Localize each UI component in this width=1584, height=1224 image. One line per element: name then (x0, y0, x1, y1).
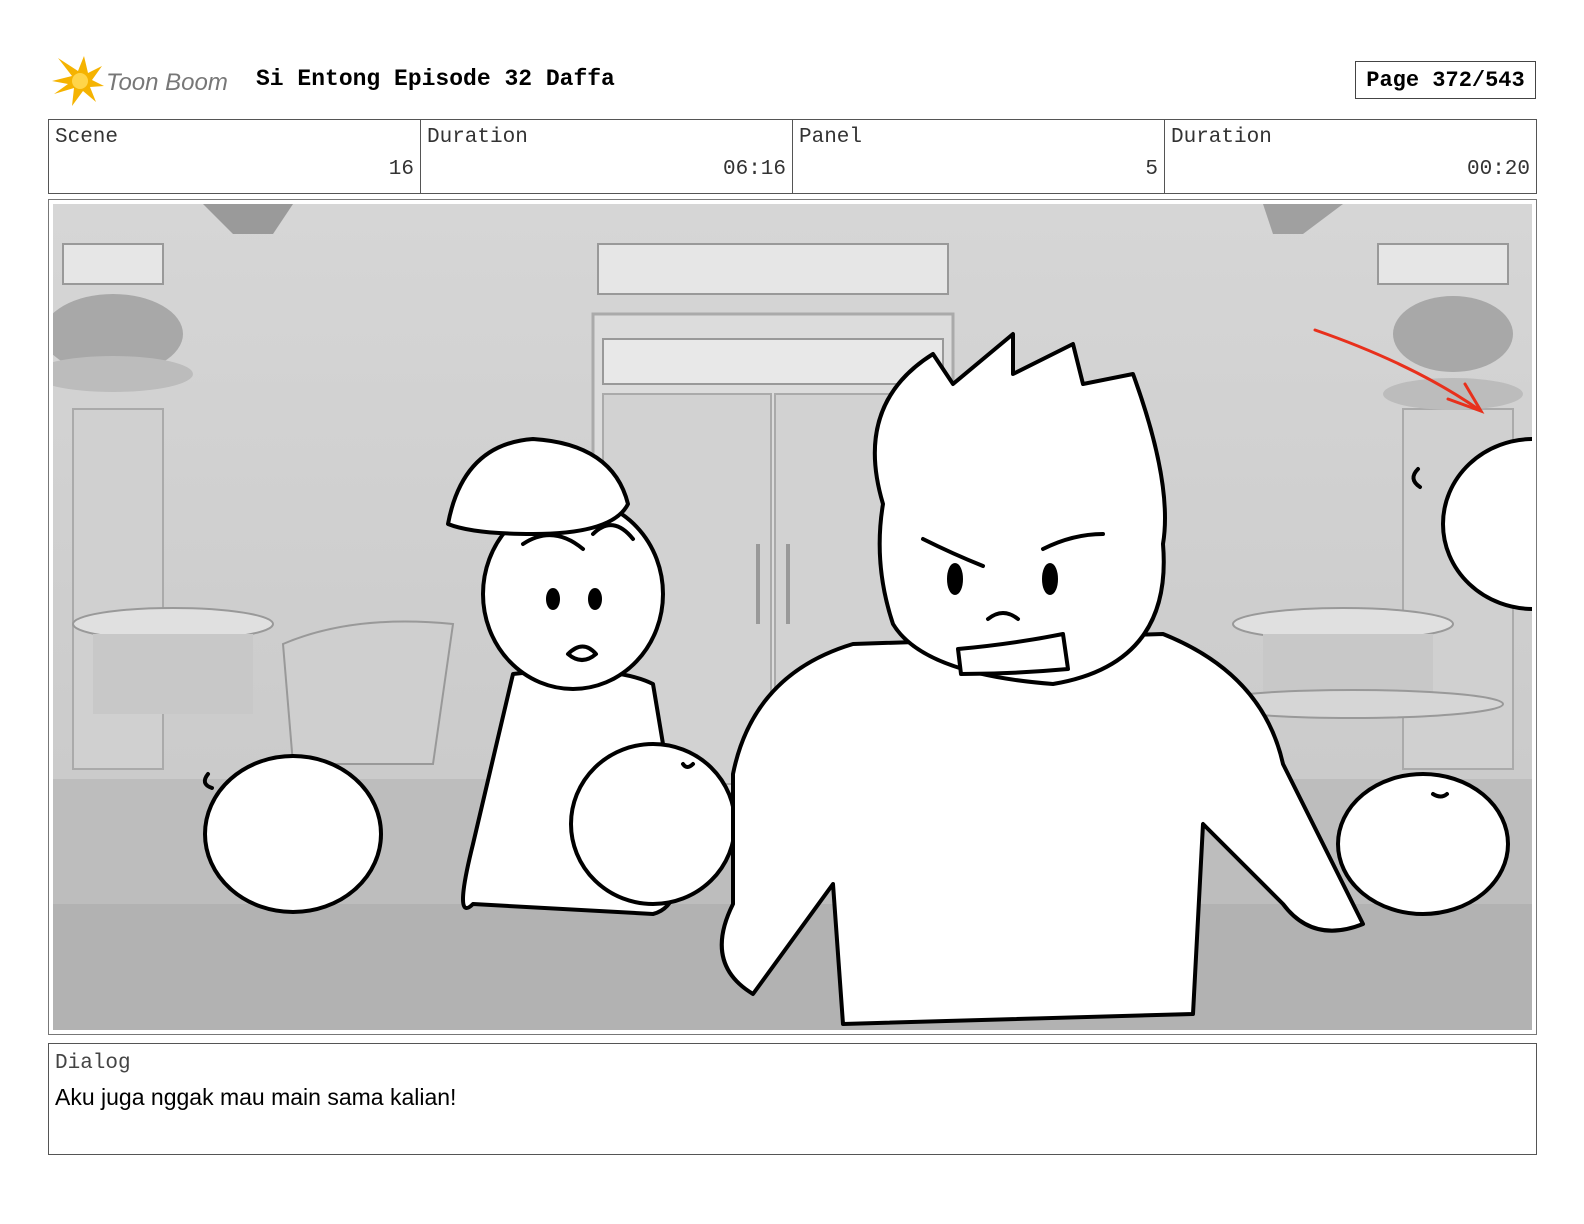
storyboard-panel (48, 199, 1537, 1035)
panel-value: 5 (1145, 158, 1158, 181)
panel-duration-value: 00:20 (1466, 158, 1530, 181)
panel-drawing (53, 204, 1532, 1030)
scene-duration-value: 06:16 (722, 158, 786, 181)
scene-duration-cell: Duration 06:16 (421, 120, 793, 193)
scene-duration-label: Duration (427, 126, 528, 149)
dialog-label: Dialog (55, 1052, 131, 1075)
page-number: Page 372/543 (1355, 61, 1536, 99)
round-character-right (1336, 772, 1510, 916)
panel-info-table: Scene 16 Duration 06:16 Panel 5 Duration… (48, 119, 1537, 194)
scene-value: 16 (388, 158, 414, 181)
panel-duration-cell: Duration 00:20 (1165, 120, 1536, 193)
scene-label: Scene (55, 126, 119, 149)
dialog-text: Aku juga nggak mau main sama kalian! (55, 1084, 457, 1110)
round-character-center (569, 742, 737, 906)
panel-cell: Panel 5 (793, 120, 1165, 193)
panel-label: Panel (799, 126, 863, 149)
dialog-section: Dialog Aku juga nggak mau main sama kali… (48, 1043, 1537, 1155)
round-character-left (203, 754, 383, 914)
scene-cell: Scene 16 (49, 120, 421, 193)
toon-boom-logo: Toon Boom (52, 56, 228, 106)
document-title: Si Entong Episode 32 Daffa (256, 66, 615, 92)
starburst-icon (52, 56, 104, 106)
logo-text: Toon Boom (106, 69, 228, 96)
panel-duration-label: Duration (1171, 126, 1272, 149)
